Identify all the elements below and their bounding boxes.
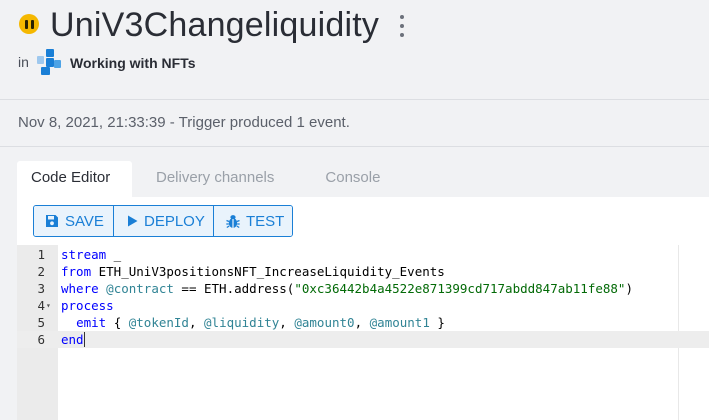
code-text: stream _	[61, 246, 121, 263]
code-token: @contract	[106, 281, 174, 296]
trigger-status-text: Nov 8, 2021, 21:33:39 - Trigger produced…	[18, 114, 350, 131]
save-button[interactable]: SAVE	[34, 206, 114, 236]
code-line[interactable]: 3 where @contract == ETH.address("0xc3644…	[17, 280, 709, 297]
code-line[interactable]: 2 from ETH_UniV3positionsNFT_IncreaseLiqu…	[17, 263, 709, 280]
code-token: == ETH.address(	[173, 281, 295, 296]
code-token: @amount0	[294, 315, 355, 330]
code-token: stream	[61, 247, 107, 262]
project-link[interactable]: Working with NFTs	[70, 55, 195, 71]
code-token: )	[625, 281, 633, 296]
line-number: 5	[37, 315, 45, 330]
code-token: "0xc36442b4a4522e871399cd717abdd847ab11f…	[294, 281, 626, 296]
code-line[interactable]: 4 ▾ process	[17, 297, 709, 314]
tab-code-editor[interactable]: Code Editor	[17, 161, 132, 197]
code-editor-panel: SAVE DEPLOY TEST 1 stream _ 2 from ETH_UniV…	[17, 197, 709, 420]
code-token: from	[61, 264, 92, 279]
line-number: 6	[37, 332, 45, 347]
in-label: in	[18, 54, 29, 70]
save-button-label: SAVE	[65, 212, 104, 230]
code-token: _	[106, 247, 122, 262]
test-button[interactable]: TEST	[214, 206, 292, 236]
tab-bar: Code Editor Delivery channels Console	[17, 161, 380, 197]
code-line[interactable]: 6 end	[17, 331, 709, 348]
code-token: ETH_UniV3positionsNFT_IncreaseLiquidity_…	[91, 264, 445, 279]
code-token: @tokenId	[128, 315, 189, 330]
code-line[interactable]: 5 emit { @tokenId, @liquidity, @amount0,…	[17, 314, 709, 331]
code-text: emit { @tokenId, @liquidity, @amount0, @…	[61, 314, 445, 331]
code-line[interactable]: 1 stream _	[17, 246, 709, 263]
code-token: emit	[76, 315, 107, 330]
code-token: }	[429, 315, 445, 330]
code-token: ,	[188, 315, 205, 330]
code-token: {	[106, 315, 129, 330]
code-token: @liquidity	[204, 315, 280, 330]
code-text: from ETH_UniV3positionsNFT_IncreaseLiqui…	[61, 263, 445, 280]
deploy-button-label: DEPLOY	[144, 212, 205, 230]
line-number: 1	[37, 247, 45, 262]
code-token: ,	[354, 315, 370, 330]
page-title: UniV3Changeliquidity	[50, 6, 380, 44]
code-token: process	[61, 298, 114, 313]
play-icon	[128, 215, 138, 227]
deploy-button[interactable]: DEPLOY	[114, 206, 214, 236]
code-editor[interactable]: 1 stream _ 2 from ETH_UniV3positionsNFT_Inc…	[17, 245, 709, 420]
line-number: 4	[37, 298, 45, 313]
kebab-menu-icon[interactable]	[397, 15, 407, 37]
code-token: where	[61, 281, 99, 296]
divider	[0, 146, 709, 147]
editor-toolbar: SAVE DEPLOY TEST	[33, 205, 293, 237]
project-logo-icon	[37, 49, 61, 75]
code-text: process	[61, 297, 114, 314]
code-token: @amount1	[369, 315, 430, 330]
fold-arrow-icon[interactable]: ▾	[46, 297, 51, 314]
code-text: where @contract == ETH.address("0xc36442…	[61, 280, 633, 297]
line-number: 3	[37, 281, 45, 296]
code-token: ,	[279, 315, 295, 330]
line-number: 2	[37, 264, 45, 279]
pause-icon[interactable]	[19, 14, 39, 34]
code-text: end	[61, 331, 85, 348]
page-header: UniV3Changeliquidity in Working with NFT…	[0, 0, 709, 100]
floppy-disk-icon	[46, 215, 58, 227]
text-cursor	[83, 332, 85, 347]
tab-delivery-channels[interactable]: Delivery channels	[156, 161, 274, 197]
tab-console[interactable]: Console	[325, 161, 380, 197]
bug-icon	[226, 214, 240, 228]
code-token: end	[61, 332, 84, 347]
test-button-label: TEST	[246, 212, 285, 230]
